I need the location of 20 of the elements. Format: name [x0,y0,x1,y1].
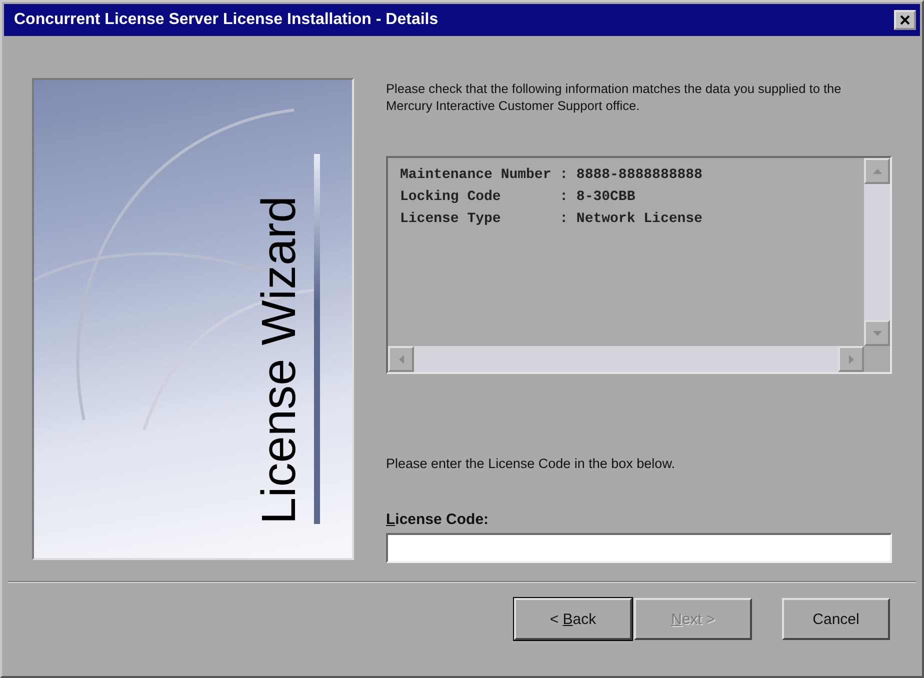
horizontal-scrollbar[interactable] [388,346,864,372]
down-arrow-icon [872,330,882,336]
prompt-text: Please enter the License Code in the box below. [386,456,676,471]
license-code-field[interactable] [386,533,892,563]
close-button[interactable] [894,10,916,30]
wizard-button[interactable]: < Back [514,598,632,640]
wizard-button[interactable]: Cancel [782,598,890,640]
up-arrow-icon [872,168,882,174]
left-arrow-icon [398,354,404,364]
license-code-label: License Code: [386,511,490,528]
right-arrow-icon [848,354,854,364]
window-title: Concurrent License Server License Installation - Details [14,11,438,29]
banner-title: License Wizard [256,196,304,524]
vertical-scrollbar[interactable] [864,158,890,346]
intro-text: Please check that the following information matches the data you supplied to the Mercury Interactive Customer Support office. [386,80,842,114]
close-icon [899,14,911,26]
detail-line: Maintenance Number : 8888-8888888888 [400,166,704,185]
detail-line: License Type : Network License [400,210,704,229]
detail-line: Locking Code : 8-30CBB [400,188,636,207]
details-listbox[interactable]: Maintenance Number : 8888-8888888888 Locking Code : 8-30CBB License Type : Network License [386,156,892,374]
